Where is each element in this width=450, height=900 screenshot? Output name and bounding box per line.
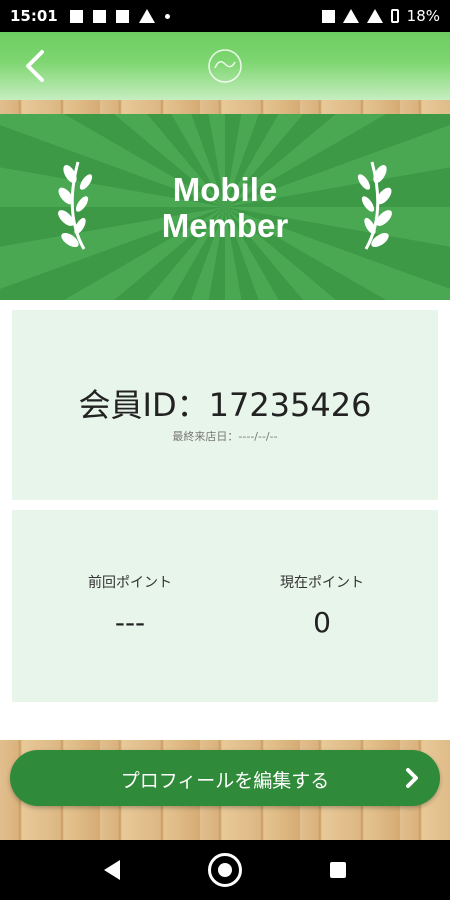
member-id-card: 会員ID：17235426 最終来店日：----/--/--	[12, 310, 438, 500]
current-points: 現在ポイント 0	[222, 572, 422, 639]
nav-recents-icon[interactable]	[330, 862, 346, 878]
current-points-value: 0	[313, 606, 331, 639]
image-notification-icon	[69, 9, 83, 23]
previous-points-label: 前回ポイント	[88, 575, 172, 591]
app-logo	[208, 49, 242, 83]
system-nav-bar	[0, 840, 450, 900]
status-bar: 15:01 18%	[0, 0, 450, 32]
airplane-icon	[366, 9, 383, 23]
last-visit-date: 最終来店日：----/--/--	[172, 430, 278, 443]
edit-profile-button[interactable]: プロフィールを編集する	[10, 750, 440, 806]
more-notifications-icon	[164, 13, 170, 19]
back-arrow-icon[interactable]	[18, 46, 54, 86]
app-notification-icon	[92, 9, 106, 23]
points-card: 前回ポイント --- 現在ポイント 0	[12, 510, 438, 702]
app-header	[0, 32, 450, 100]
edit-profile-label: プロフィールを編集する	[120, 770, 330, 792]
status-time: 15:01	[10, 7, 58, 25]
member-id: 会員ID：17235426	[78, 386, 372, 424]
warning-notification-icon	[138, 9, 155, 23]
member-banner: Mobile Member	[0, 114, 450, 300]
wood-divider	[0, 100, 450, 114]
battery-icon	[390, 9, 399, 23]
chevron-right-icon	[406, 768, 418, 788]
nav-home-icon[interactable]	[208, 853, 242, 887]
laurel-right-icon	[357, 161, 392, 250]
previous-points: 前回ポイント ---	[30, 572, 230, 639]
wifi-icon	[342, 9, 359, 23]
previous-points-value: ---	[114, 606, 146, 639]
nav-back-icon[interactable]	[104, 860, 120, 880]
battery-level: 18%	[406, 7, 440, 25]
vibrate-icon	[321, 9, 335, 23]
share-notification-icon	[115, 9, 129, 23]
current-points-label: 現在ポイント	[280, 575, 364, 591]
